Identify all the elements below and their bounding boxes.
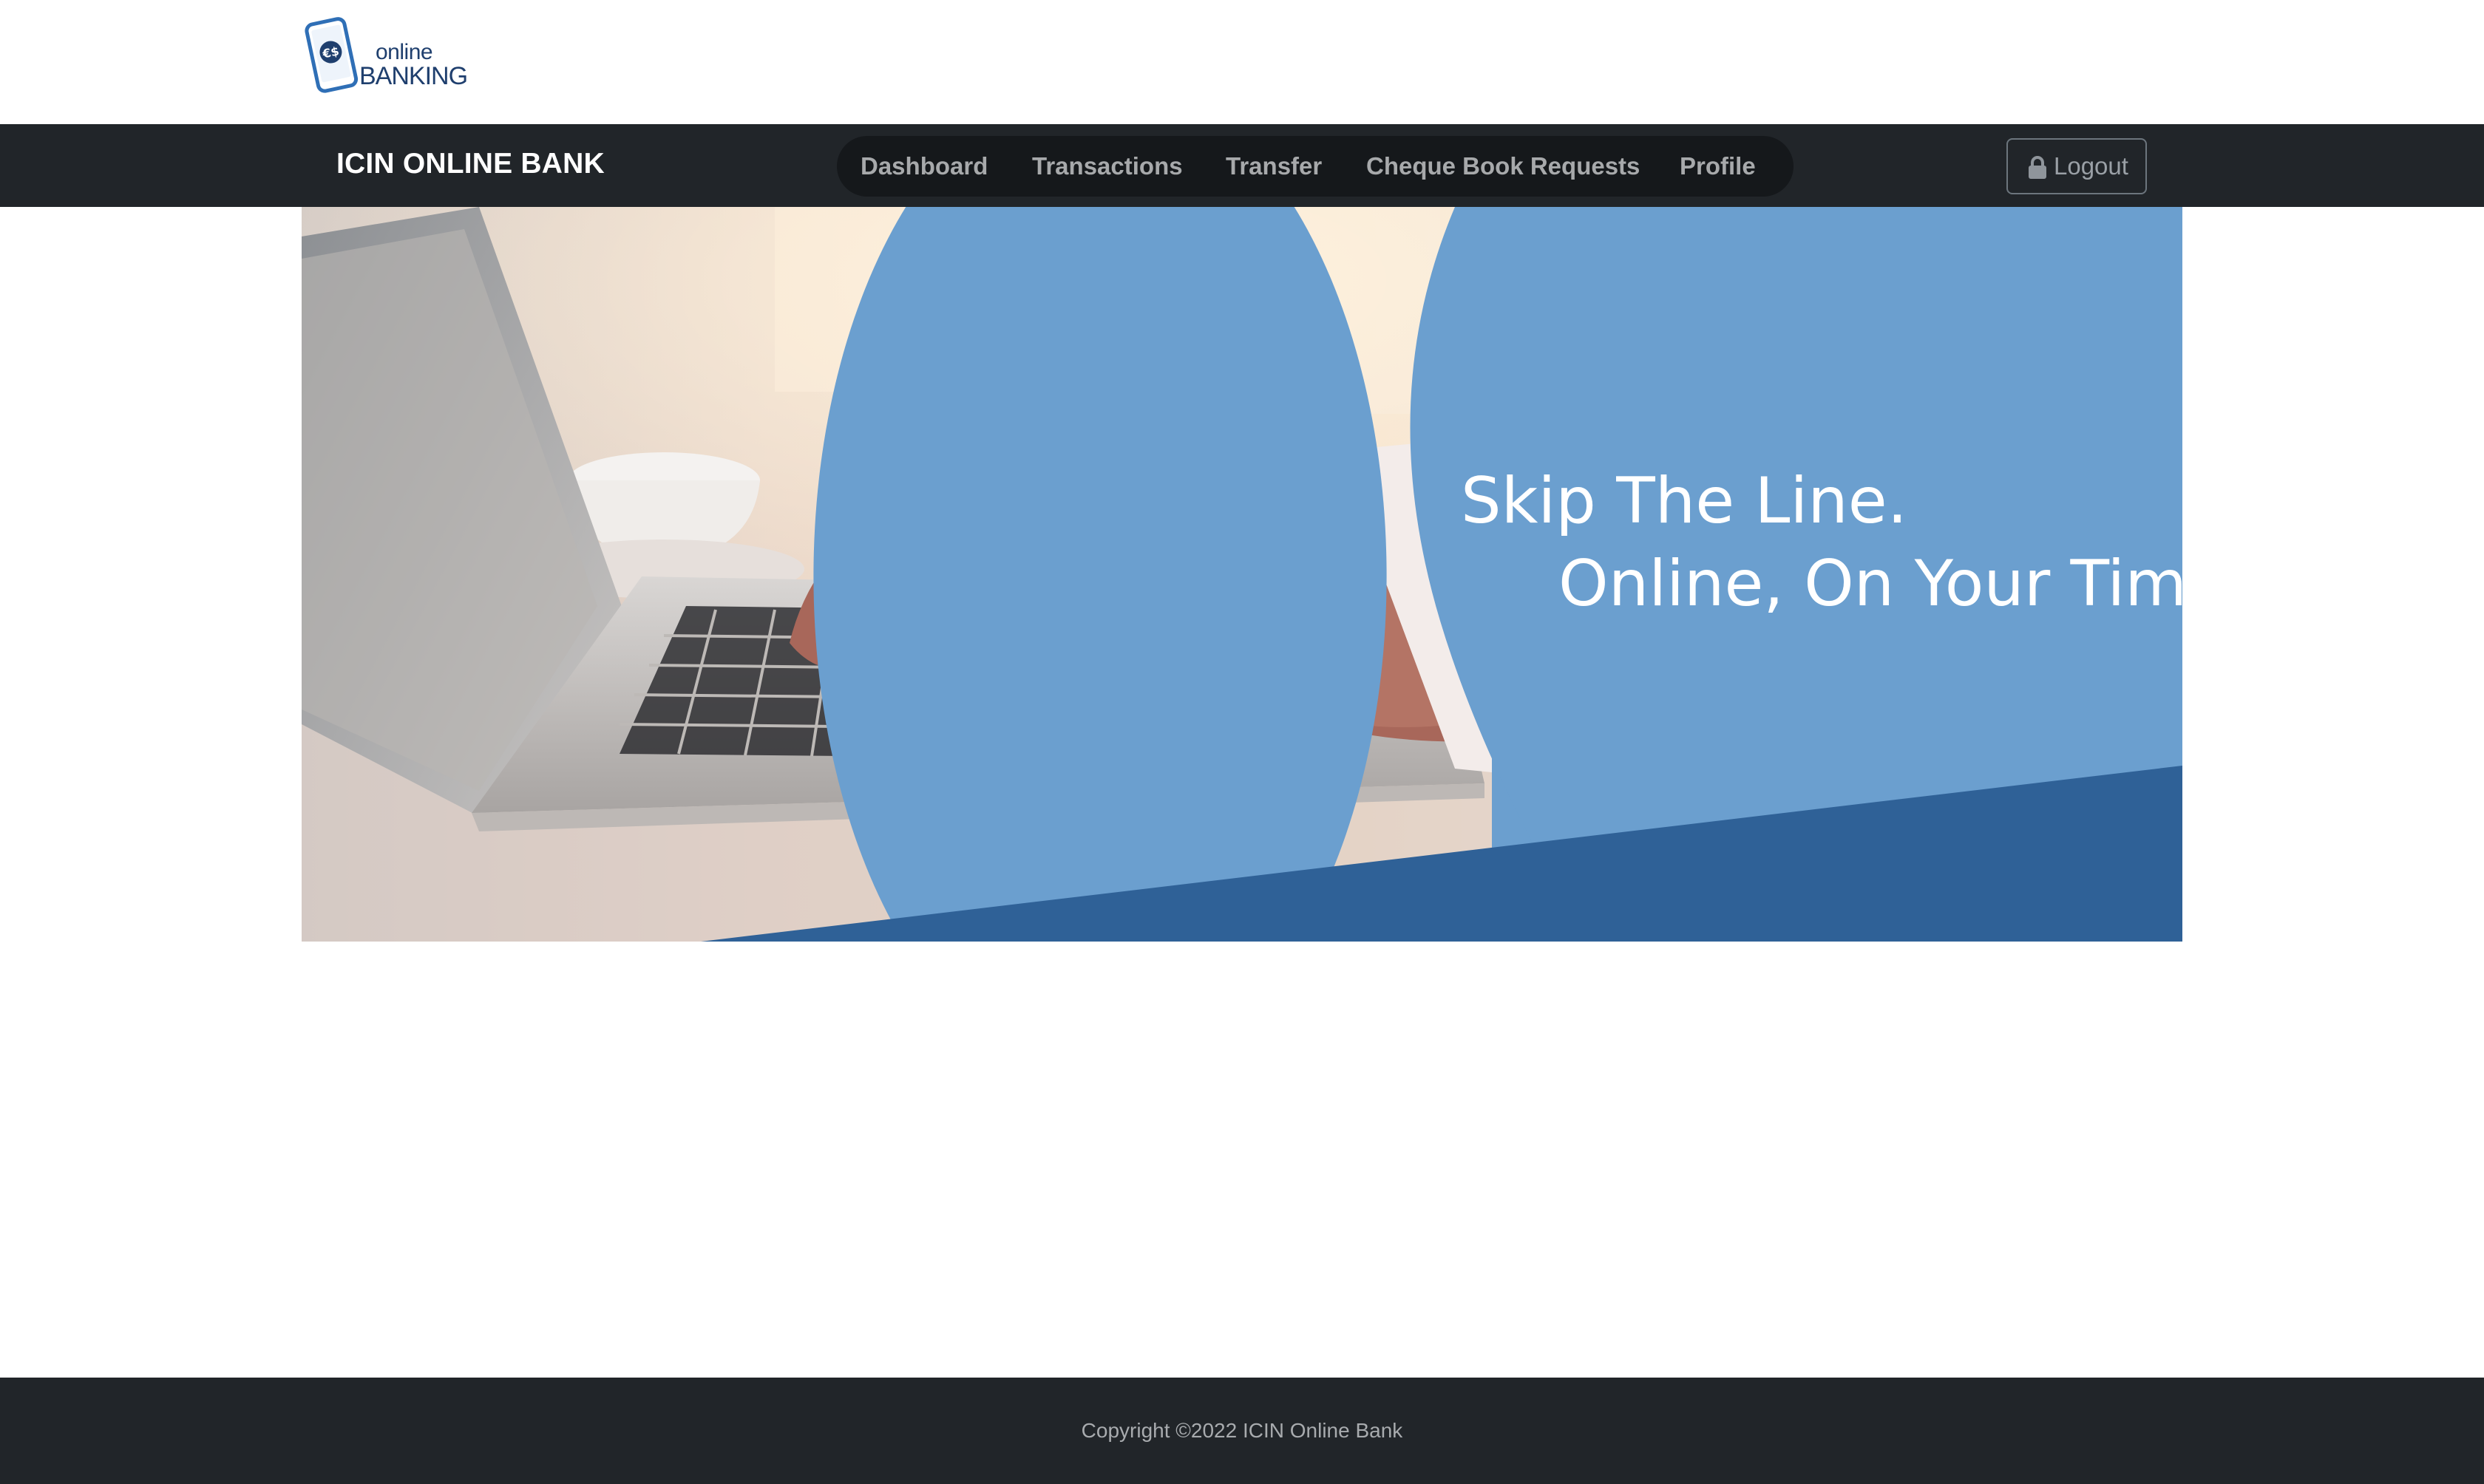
logo-text-online: online bbox=[376, 40, 433, 64]
phone-es-icon: €$ bbox=[305, 17, 359, 93]
lock-icon bbox=[2029, 156, 2046, 179]
top-navbar: ICIN ONLINE BANK Dashboard Transactions … bbox=[0, 124, 2484, 207]
logout-label: Logout bbox=[2054, 152, 2128, 180]
logo-bar: €$ online BANKING bbox=[0, 0, 2484, 124]
hero-headline-line1: Skip The Line. bbox=[1461, 464, 1908, 538]
site-logo[interactable]: €$ online BANKING bbox=[302, 12, 468, 96]
page-footer: Copyright ©2022 ICIN Online Bank bbox=[0, 1378, 2484, 1484]
brand-link[interactable]: ICIN ONLINE BANK bbox=[336, 149, 605, 178]
nav-item-dashboard[interactable]: Dashboard bbox=[861, 136, 988, 197]
hero-circle-shape bbox=[813, 207, 1387, 942]
copyright-text: Copyright ©2022 ICIN Online Bank bbox=[1081, 1419, 1403, 1442]
hero-headline-line2: Online, On Your Time. bbox=[1558, 547, 2182, 621]
nav-item-profile[interactable]: Profile bbox=[1680, 136, 1756, 197]
nav-item-cheque-book-requests[interactable]: Cheque Book Requests bbox=[1366, 136, 1640, 197]
nav-item-transactions[interactable]: Transactions bbox=[1032, 136, 1183, 197]
nav-menu: Dashboard Transactions Transfer Cheque B… bbox=[837, 136, 1794, 197]
logout-button[interactable]: Logout bbox=[2006, 138, 2147, 194]
logo-text-banking: BANKING bbox=[359, 62, 468, 90]
nav-item-transfer[interactable]: Transfer bbox=[1226, 136, 1322, 197]
hero-banner: Skip The Line. Online, On Your Time. bbox=[302, 207, 2182, 942]
